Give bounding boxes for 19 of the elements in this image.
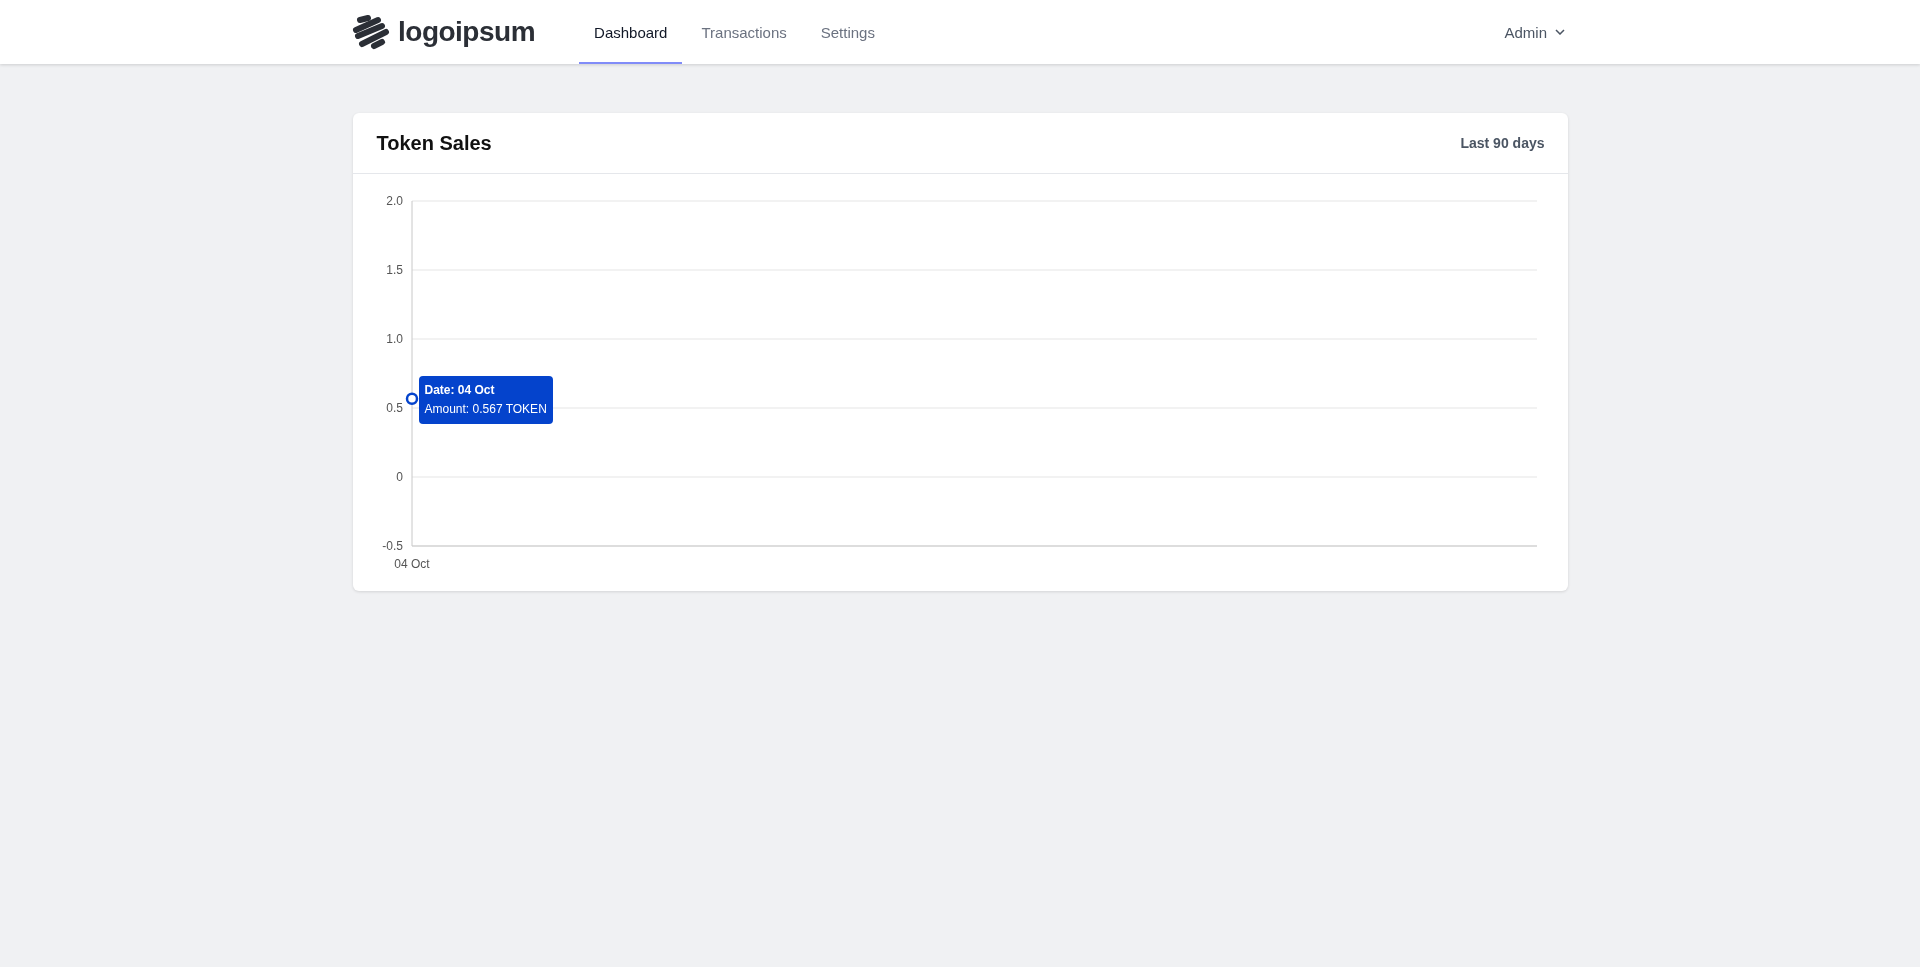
chevron-down-icon [1555, 29, 1565, 35]
nav-tab[interactable]: Settings [805, 0, 890, 64]
logo-icon [352, 14, 390, 50]
y-tick-label: 1.0 [385, 332, 403, 346]
tooltip-date: Date: 04 Oct [424, 381, 496, 399]
logo-wordmark[interactable]: logoipsum [398, 16, 536, 48]
y-tick-label: 0 [395, 470, 403, 484]
y-tick-label: 0.5 [385, 401, 403, 415]
data-point[interactable] [405, 392, 418, 405]
user-menu[interactable]: Admin [1501, 23, 1568, 41]
y-tick-label: 1.5 [385, 263, 403, 277]
y-tick-label: -0.5 [381, 539, 403, 553]
period-label: Last 90 days [1460, 135, 1545, 151]
x-tick-label: 04 Oct [393, 557, 430, 571]
tooltip-amount: Amount: 0.567 TOKEN [424, 400, 547, 418]
card-title: Token Sales [376, 131, 492, 155]
nav-tab[interactable]: Transactions [686, 0, 802, 64]
y-tick-label: 2.0 [385, 194, 403, 208]
nav-tab[interactable]: Dashboard [579, 0, 683, 64]
